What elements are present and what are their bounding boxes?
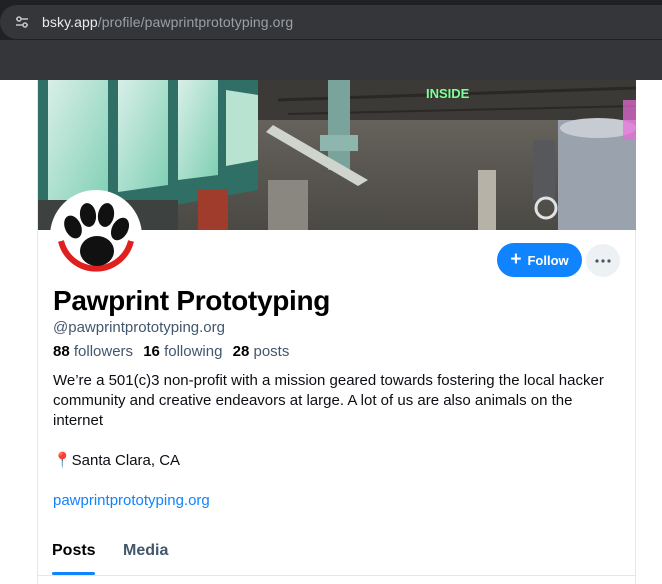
follow-label: Follow — [527, 252, 569, 268]
tune-icon[interactable] — [10, 10, 34, 34]
ellipsis-icon — [595, 258, 611, 263]
browser-chrome: bsky.app/profile/pawprintprototyping.org — [0, 0, 662, 80]
display-name: Pawprint Prototyping — [53, 285, 331, 316]
following-label: following — [164, 343, 223, 360]
bio-text: We’re a 501(c)3 non-profit with a missio… — [53, 372, 604, 429]
browser-toolbar-area — [0, 40, 662, 80]
bio-location: 📍Santa Clara, CA — [53, 452, 181, 469]
profile-handle: @pawprintprototyping.org — [53, 319, 225, 336]
followers-count: 88 — [53, 343, 70, 360]
following-count: 16 — [143, 343, 160, 360]
posts-stat: 28 posts — [233, 343, 290, 360]
posts-count: 28 — [232, 343, 250, 360]
followers-label: followers — [73, 343, 134, 360]
neon-sign-text: INSIDE — [426, 86, 470, 101]
url-host: bsky.app — [42, 14, 98, 30]
profile-bio: We’re a 501(c)3 non-profit with a missio… — [53, 371, 623, 531]
tab-media[interactable]: Media — [123, 542, 168, 560]
bio-link[interactable]: pawprintprototyping.org — [53, 492, 210, 509]
url-text[interactable]: bsky.app/profile/pawprintprototyping.org — [42, 14, 293, 30]
followers-stat[interactable]: 88 followers — [53, 343, 133, 360]
following-stat[interactable]: 16 following — [143, 343, 222, 360]
profile-stats: 88 followers 16 following 28 posts — [53, 343, 295, 360]
more-options-button[interactable] — [586, 244, 620, 277]
paw-logo — [53, 193, 139, 279]
url-path: /profile/pawprintprototyping.org — [97, 14, 294, 30]
address-bar[interactable]: bsky.app/profile/pawprintprototyping.org — [0, 5, 662, 39]
tab-posts[interactable]: Posts — [52, 542, 96, 560]
active-tab-indicator — [52, 572, 95, 575]
follow-button[interactable]: + Follow — [497, 243, 582, 277]
posts-label: posts — [253, 343, 290, 360]
avatar[interactable] — [50, 190, 142, 282]
profile-tabs: Posts Media — [38, 530, 636, 576]
plus-icon: + — [510, 248, 522, 270]
